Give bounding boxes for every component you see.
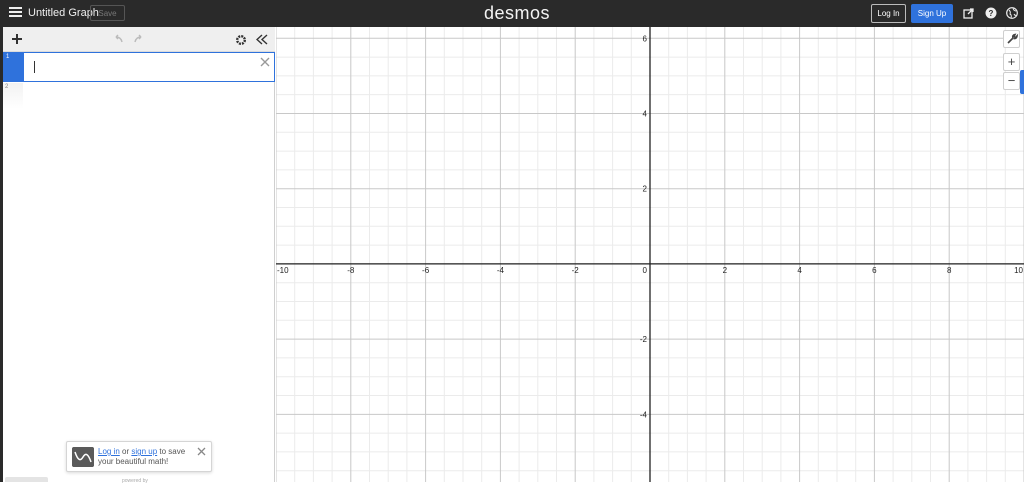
expression-panel: 1 2 (3, 27, 275, 482)
undo-icon[interactable] (112, 34, 124, 44)
powered-by-text: powered by (122, 478, 148, 484)
login-link[interactable]: Log in (98, 447, 120, 456)
y-tick-label: -4 (640, 410, 648, 419)
graph-settings-button[interactable] (1003, 30, 1020, 48)
collapse-icon[interactable] (256, 34, 268, 45)
bottom-tab[interactable] (5, 477, 48, 482)
y-tick-label: 4 (643, 109, 648, 118)
y-tick-labels: 6 4 2 -2 -4 (640, 34, 648, 419)
wrench-icon (1007, 33, 1019, 44)
delete-expression-icon[interactable] (259, 56, 271, 68)
close-prompt-icon[interactable] (197, 447, 206, 456)
zoom-out-button[interactable]: − (1003, 72, 1020, 90)
gear-icon[interactable] (235, 34, 247, 46)
zoom-in-icon: + (1007, 54, 1016, 69)
save-button[interactable]: Save (90, 5, 125, 21)
x-tick-label: -4 (497, 266, 505, 275)
x-tick-label: 8 (947, 266, 952, 275)
expression-row[interactable]: 2 (3, 83, 275, 109)
header-bar: Untitled Graph Save desmos Log In Sign U… (0, 0, 1024, 27)
add-icon[interactable] (11, 33, 23, 45)
graph-thumbnail-icon (72, 447, 94, 467)
expression-row[interactable]: 1 (3, 52, 275, 82)
side-tab[interactable] (1020, 70, 1024, 94)
x-tick-label: 2 (723, 266, 728, 275)
x-tick-label: 4 (797, 266, 802, 275)
zoom-in-button[interactable]: + (1003, 53, 1020, 71)
x-tick-label: -6 (422, 266, 430, 275)
signup-button[interactable]: Sign Up (911, 4, 953, 23)
login-button[interactable]: Log In (871, 4, 906, 23)
prompt-or-text: or (119, 447, 132, 456)
signup-link[interactable]: sign up (131, 447, 157, 456)
menu-icon[interactable] (9, 7, 22, 18)
desmos-logo: desmos (484, 3, 551, 23)
help-icon[interactable]: ? (985, 7, 997, 19)
expression-index: 1 (4, 53, 24, 81)
login-prompt-text: Log in or sign up to save your beautiful… (98, 447, 198, 467)
share-icon[interactable] (963, 7, 975, 19)
login-prompt: Log in or sign up to save your beautiful… (66, 441, 212, 472)
x-tick-label: -2 (572, 266, 580, 275)
x-tick-label: 6 (872, 266, 877, 275)
redo-icon[interactable] (133, 34, 145, 44)
zoom-out-icon: − (1007, 73, 1016, 88)
expression-index: 2 (3, 83, 23, 109)
y-tick-label: 2 (643, 185, 648, 194)
y-tick-label: 6 (643, 34, 648, 43)
graph-title[interactable]: Untitled Graph (28, 7, 99, 19)
x-tick-label: 10 (1014, 266, 1023, 275)
graph-canvas[interactable]: -10 -8 -6 -4 -2 0 2 4 6 8 10 6 4 2 -2 -4 (276, 27, 1024, 482)
x-tick-label: 0 (643, 266, 648, 275)
y-tick-label: -2 (640, 335, 648, 344)
text-cursor (34, 61, 35, 73)
x-tick-label: -10 (277, 266, 289, 275)
globe-icon[interactable] (1006, 7, 1018, 19)
svg-text:?: ? (989, 9, 994, 18)
x-tick-label: -8 (347, 266, 355, 275)
expression-toolbar (3, 27, 275, 52)
